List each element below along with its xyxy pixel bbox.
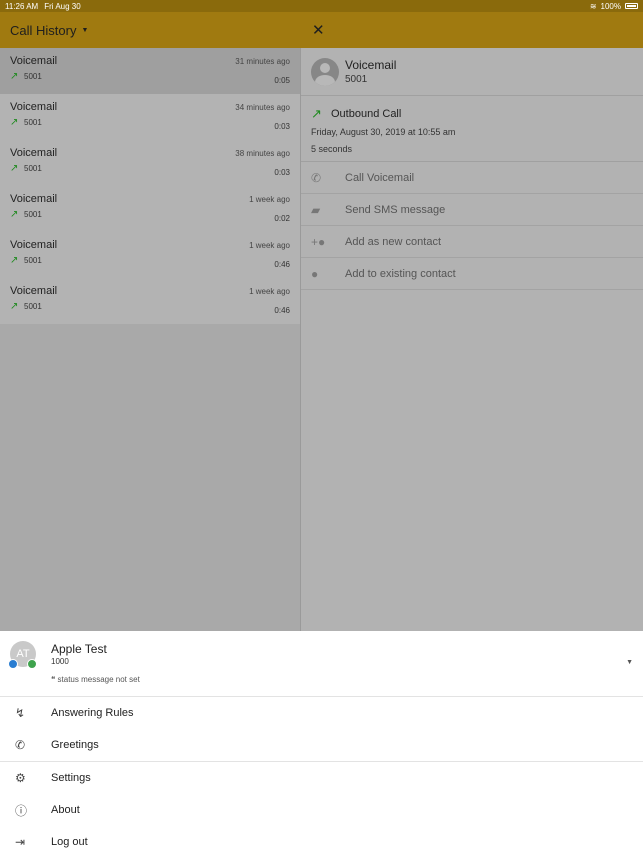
call-name: Voicemail [10, 239, 58, 251]
outbound-arrow-icon: ↗ [10, 255, 19, 266]
menu-about[interactable]: ⓘ About [0, 794, 643, 826]
outbound-arrow-icon: ↗ [10, 163, 19, 174]
call-number: 5001 [24, 210, 42, 219]
call-name: Voicemail [10, 193, 58, 205]
gear-icon: ⚙ [15, 771, 26, 785]
call-duration: 0:46 [274, 306, 290, 315]
outbound-arrow-icon: ↗ [10, 209, 19, 220]
add-person-icon: +● [311, 234, 326, 249]
call-row[interactable]: Voicemail 31 minutes ago ↗ 5001 0:05 [0, 48, 300, 94]
user-card: AT Apple Test 1000 ❝ status message not … [0, 631, 643, 697]
call-time: 38 minutes ago [235, 149, 290, 158]
call-number: 5001 [24, 118, 42, 127]
status-date: Fri Aug 30 [44, 1, 81, 11]
status-message[interactable]: ❝ status message not set [51, 675, 140, 684]
menu-greetings[interactable]: ✆ Greetings [0, 729, 643, 761]
phone-status-icon [27, 659, 37, 669]
call-time: 1 week ago [249, 241, 290, 250]
person-icon: ● [311, 266, 319, 281]
menu-label: About [51, 804, 80, 816]
contact-name: Voicemail [345, 58, 397, 72]
message-icon: ▰ [311, 202, 321, 217]
call-detail-pane: Voicemail 5001 ↗ Outbound Call Friday, Au… [301, 48, 643, 631]
menu-logout[interactable]: ⇥ Log out [0, 826, 643, 858]
battery-percent: 100% [600, 1, 621, 11]
contact-number: 5001 [345, 74, 368, 85]
call-time: 1 week ago [249, 195, 290, 204]
menu-answering-rules[interactable]: ↯ Answering Rules [0, 697, 643, 729]
call-row[interactable]: Voicemail 34 minutes ago ↗ 5001 0:03 [0, 94, 300, 140]
call-number: 5001 [24, 256, 42, 265]
call-duration: 0:03 [274, 122, 290, 131]
menu-label: Log out [51, 836, 88, 848]
chevron-down-icon[interactable]: ▼ [626, 659, 633, 666]
user-name: Apple Test [51, 642, 107, 656]
send-sms-action[interactable]: ▰ Send SMS message [301, 194, 643, 226]
call-number: 5001 [24, 302, 42, 311]
add-existing-contact-action[interactable]: ● Add to existing contact [301, 258, 643, 290]
app-bar: Call History ▼ ✕ [0, 12, 643, 48]
menu-settings[interactable]: ⚙ Settings [0, 762, 643, 794]
page-title: Call History [10, 22, 77, 38]
person-avatar-icon [311, 57, 339, 86]
action-label: Add as new contact [345, 235, 442, 248]
call-type: Outbound Call [331, 108, 402, 120]
info-icon: ⓘ [15, 803, 28, 818]
outbound-arrow-icon: ↗ [10, 71, 19, 82]
call-time: 34 minutes ago [235, 103, 290, 112]
battery-icon [625, 3, 638, 9]
call-voicemail-action[interactable]: ✆ Call Voicemail [301, 162, 643, 194]
call-name: Voicemail [10, 285, 58, 297]
chat-status-icon [8, 659, 18, 669]
chevron-down-icon: ▼ [81, 26, 89, 34]
call-history-dropdown[interactable]: Call History ▼ [0, 23, 300, 38]
call-duration: 0:03 [274, 168, 290, 177]
close-icon[interactable]: ✕ [312, 21, 325, 39]
call-number: 5001 [24, 72, 42, 81]
action-label: Send SMS message [345, 203, 446, 216]
logout-icon: ⇥ [15, 835, 26, 849]
call-number: 5001 [24, 164, 42, 173]
call-duration: 0:46 [274, 260, 290, 269]
outbound-arrow-icon: ↗ [311, 106, 322, 121]
call-duration: 0:02 [274, 214, 290, 223]
menu-label: Greetings [51, 739, 99, 751]
status-time: 11:26 AM [5, 1, 39, 11]
menu-label: Settings [51, 772, 91, 784]
status-bar: 11:26 AM Fri Aug 30 ≋ 100% [0, 0, 643, 12]
phone-icon: ✆ [311, 170, 322, 185]
user-extension: 1000 [51, 657, 69, 666]
contact-header: Voicemail 5001 [301, 48, 643, 96]
status-message-text: status message not set [57, 675, 140, 684]
outbound-arrow-icon: ↗ [10, 117, 19, 128]
add-new-contact-action[interactable]: +● Add as new contact [301, 226, 643, 258]
call-row[interactable]: Voicemail 1 week ago ↗ 5001 0:46 [0, 232, 300, 278]
call-duration: 0:05 [274, 76, 290, 85]
call-length: 5 seconds [311, 144, 353, 154]
call-info: ↗ Outbound Call Friday, August 30, 2019 a… [301, 96, 643, 162]
account-drawer: AT Apple Test 1000 ❝ status message not … [0, 631, 643, 858]
menu-label: Answering Rules [51, 707, 134, 719]
call-row[interactable]: Voicemail 1 week ago ↗ 5001 0:02 [0, 186, 300, 232]
call-history-list: Voicemail 31 minutes ago ↗ 5001 0:05 Voic… [0, 48, 300, 631]
action-label: Add to existing contact [345, 267, 456, 280]
call-row[interactable]: Voicemail 1 week ago ↗ 5001 0:46 [0, 278, 300, 324]
call-row[interactable]: Voicemail 38 minutes ago ↗ 5001 0:03 [0, 140, 300, 186]
wifi-icon: ≋ [589, 1, 597, 11]
call-time: 31 minutes ago [235, 57, 290, 66]
greetings-icon: ✆ [15, 738, 26, 752]
answering-rules-icon: ↯ [15, 706, 26, 720]
call-time: 1 week ago [249, 287, 290, 296]
call-date: Friday, August 30, 2019 at 10:55 am [311, 127, 456, 137]
action-label: Call Voicemail [345, 171, 415, 184]
outbound-arrow-icon: ↗ [10, 301, 19, 312]
